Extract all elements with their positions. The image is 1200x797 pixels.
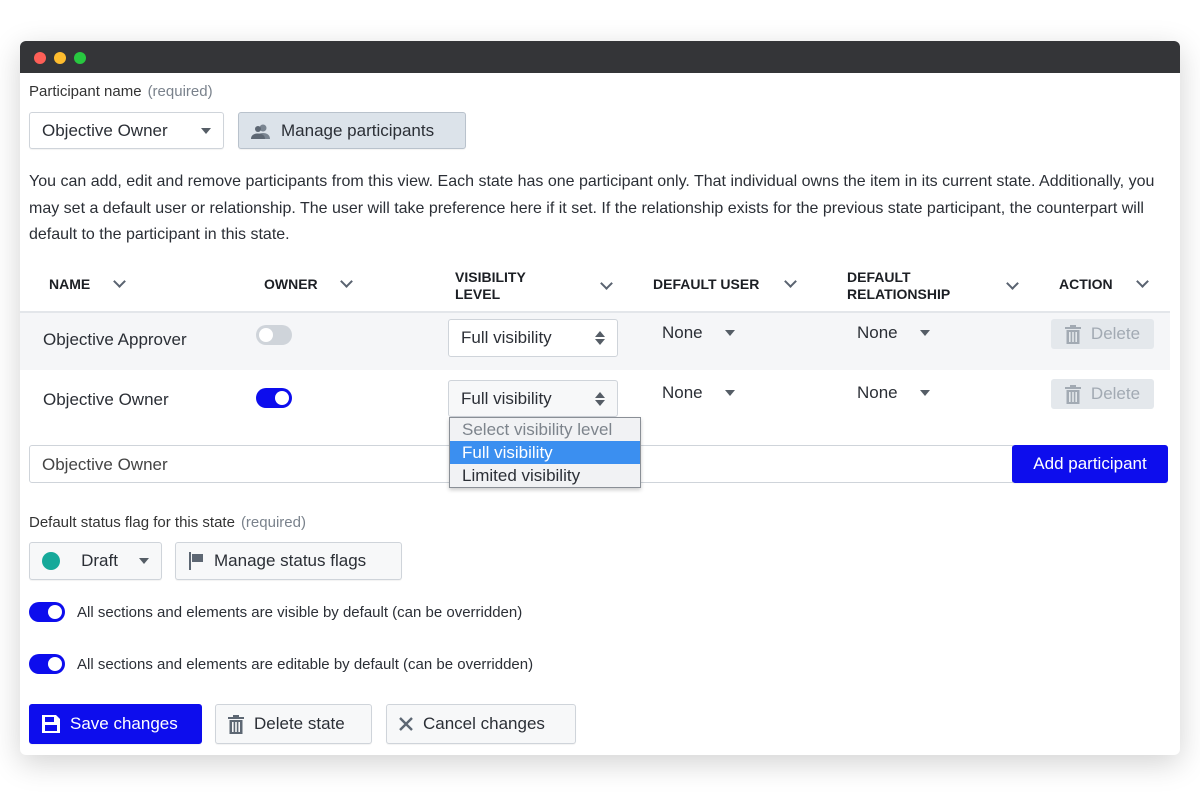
caret-down-icon <box>724 390 735 396</box>
caret-down-icon <box>201 127 211 134</box>
header-owner[interactable]: OWNER <box>264 276 318 293</box>
editable-toggle[interactable] <box>29 654 65 674</box>
status-color-dot <box>42 552 60 570</box>
caret-down-icon <box>139 558 149 564</box>
default-relationship-select[interactable]: None <box>857 383 930 403</box>
participant-name: Objective Owner <box>43 390 169 409</box>
caret-down-icon <box>919 330 930 336</box>
flag-icon <box>189 552 203 570</box>
toggle-label: All sections and elements are visible by… <box>77 603 523 621</box>
dropdown-option-full[interactable]: Full visibility <box>450 441 640 464</box>
participant-select[interactable]: Objective Owner <box>29 112 224 149</box>
cancel-changes-button[interactable]: Cancel changes <box>386 704 576 744</box>
status-flag-label: Default status flag for this state (requi… <box>29 514 306 531</box>
delete-button[interactable]: Delete <box>1051 319 1154 349</box>
editable-by-default-toggle-row[interactable]: All sections and elements are editable b… <box>29 654 533 674</box>
table-row: Objective Approver Full visibility None … <box>20 313 1170 370</box>
header-name[interactable]: NAME <box>49 276 90 293</box>
minimize-window-button[interactable] <box>54 52 66 64</box>
owner-toggle[interactable] <box>256 388 292 408</box>
sort-icon <box>595 391 605 406</box>
trash-icon <box>1064 384 1081 404</box>
header-action[interactable]: ACTION <box>1059 276 1113 293</box>
caret-down-icon <box>724 330 735 336</box>
header-default-relationship[interactable]: DEFAULT RELATIONSHIP <box>847 269 967 303</box>
close-window-button[interactable] <box>34 52 46 64</box>
table-header <box>20 262 1170 313</box>
visibility-dropdown-list: Select visibility level Full visibility … <box>449 417 641 488</box>
caret-down-icon <box>919 390 930 396</box>
save-changes-button[interactable]: Save changes <box>29 704 202 744</box>
default-user-select[interactable]: None <box>662 383 735 403</box>
status-flag-select[interactable]: Draft <box>29 542 162 580</box>
visible-by-default-toggle-row[interactable]: All sections and elements are visible by… <box>29 602 522 622</box>
default-relationship-select[interactable]: None <box>857 323 930 343</box>
sort-icon <box>595 331 605 345</box>
dropdown-option-limited[interactable]: Limited visibility <box>450 464 640 487</box>
participant-name: Objective Approver <box>43 330 187 349</box>
trash-icon <box>1064 324 1081 344</box>
add-participant-button[interactable]: Add participant <box>1012 445 1168 483</box>
title-bar <box>20 41 1180 73</box>
visible-toggle[interactable] <box>29 602 65 622</box>
header-default-user[interactable]: DEFAULT USER <box>653 276 759 293</box>
owner-toggle[interactable] <box>256 325 292 345</box>
manage-participants-button[interactable]: Manage participants <box>238 112 466 149</box>
delete-state-button[interactable]: Delete state <box>215 704 372 744</box>
manage-status-flags-button[interactable]: Manage status flags <box>175 542 402 580</box>
delete-button[interactable]: Delete <box>1051 379 1154 409</box>
visibility-select[interactable]: Full visibility <box>448 319 618 357</box>
default-user-select[interactable]: None <box>662 323 735 343</box>
toggle-label: All sections and elements are editable b… <box>77 655 534 673</box>
dropdown-option-placeholder[interactable]: Select visibility level <box>450 418 640 441</box>
close-icon <box>399 717 413 731</box>
users-icon <box>251 124 270 139</box>
app-window: Participant name (required) Objective Own… <box>20 41 1180 755</box>
maximize-window-button[interactable] <box>74 52 86 64</box>
header-visibility[interactable]: VISIBILITY LEVEL <box>455 269 545 303</box>
participant-name-label: Participant name (required) <box>29 83 213 100</box>
description-text: You can add, edit and remove participant… <box>29 173 1155 243</box>
visibility-select[interactable]: Full visibility <box>448 380 618 417</box>
trash-icon <box>228 714 244 734</box>
save-icon <box>42 715 60 733</box>
